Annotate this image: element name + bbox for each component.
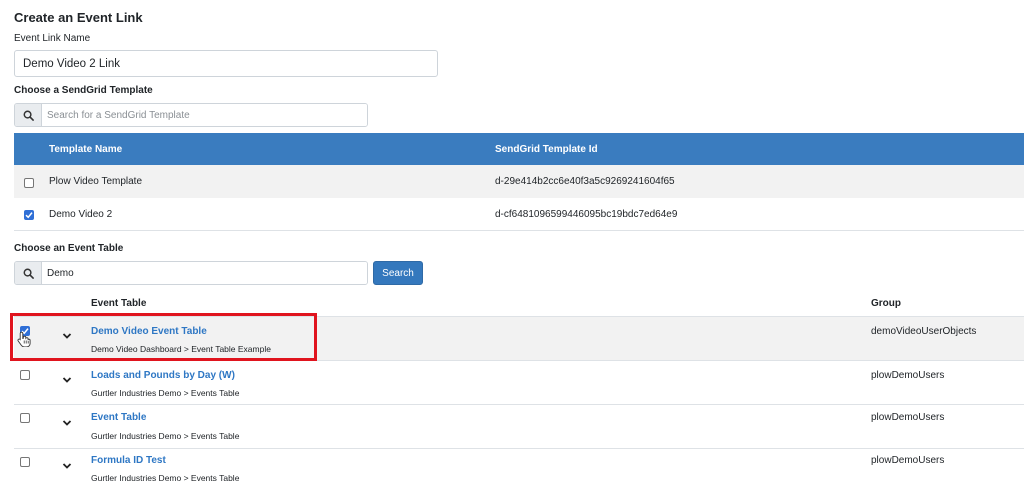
event-table-row[interactable]: Event Table Gurtler Industries Demo > Ev… xyxy=(14,405,1024,449)
event-table-group: plowDemoUsers xyxy=(871,455,945,466)
event-table-search-group xyxy=(14,261,368,285)
page-title: Create an Event Link xyxy=(14,10,143,25)
search-icon xyxy=(15,262,42,284)
event-table-path: Demo Video Dashboard > Event Table Examp… xyxy=(91,344,271,354)
event-table-path: Gurtler Industries Demo > Events Table xyxy=(91,388,240,398)
chevron-down-icon[interactable] xyxy=(62,371,72,389)
chevron-down-icon[interactable] xyxy=(62,414,72,432)
template-search-group xyxy=(14,103,368,127)
event-table-link[interactable]: Formula ID Test xyxy=(91,455,166,466)
event-table-row[interactable]: Loads and Pounds by Day (W) Gurtler Indu… xyxy=(14,361,1024,405)
event-table-group: plowDemoUsers xyxy=(871,370,945,381)
event-link-name-input[interactable] xyxy=(14,50,438,77)
template-id-column-header: SendGrid Template Id xyxy=(495,144,598,155)
chevron-down-icon[interactable] xyxy=(62,457,72,475)
event-table-group: demoVideoUserObjects xyxy=(871,326,977,337)
search-button[interactable]: Search xyxy=(373,261,423,285)
checkmark-icon xyxy=(25,212,33,219)
hand-pointer-icon xyxy=(17,331,31,352)
template-name-column-header: Template Name xyxy=(49,144,123,155)
template-row[interactable]: Demo Video 2 d-cf6481096599446095bc19bdc… xyxy=(14,198,1024,231)
event-table-checkbox[interactable] xyxy=(20,457,30,467)
template-name: Demo Video 2 xyxy=(49,209,113,220)
event-link-name-label: Event Link Name xyxy=(14,33,91,44)
template-section-label: Choose a SendGrid Template xyxy=(14,85,153,96)
search-icon xyxy=(15,104,42,126)
event-table-link[interactable]: Event Table xyxy=(91,412,146,423)
event-table-group: plowDemoUsers xyxy=(871,412,945,423)
event-table-link[interactable]: Demo Video Event Table xyxy=(91,326,207,337)
event-table-column-header: Event Table xyxy=(91,298,147,309)
template-checkbox[interactable] xyxy=(24,210,34,220)
template-checkbox[interactable] xyxy=(24,178,34,188)
template-table-header: Template Name SendGrid Template Id xyxy=(14,133,1024,165)
template-id: d-29e414b2cc6e40f3a5c9269241604f65 xyxy=(495,176,675,187)
event-table-checkbox[interactable] xyxy=(20,413,30,423)
event-table-path: Gurtler Industries Demo > Events Table xyxy=(91,473,240,483)
event-table-checkbox[interactable] xyxy=(20,370,30,380)
event-table-search-input[interactable] xyxy=(42,262,367,284)
event-table-path: Gurtler Industries Demo > Events Table xyxy=(91,431,240,441)
template-search-input[interactable] xyxy=(42,104,367,126)
event-table-section-label: Choose an Event Table xyxy=(14,243,124,254)
group-column-header: Group xyxy=(871,298,901,309)
chevron-down-icon[interactable] xyxy=(62,327,72,345)
event-table-row[interactable]: Formula ID Test Gurtler Industries Demo … xyxy=(14,449,1024,491)
event-table-link[interactable]: Loads and Pounds by Day (W) xyxy=(91,370,235,381)
template-row[interactable]: Plow Video Template d-29e414b2cc6e40f3a5… xyxy=(14,165,1024,198)
template-id: d-cf6481096599446095bc19bdc7ed64e9 xyxy=(495,209,678,220)
template-name: Plow Video Template xyxy=(49,176,143,187)
event-table-row[interactable]: Demo Video Event Table Demo Video Dashbo… xyxy=(14,317,1024,361)
